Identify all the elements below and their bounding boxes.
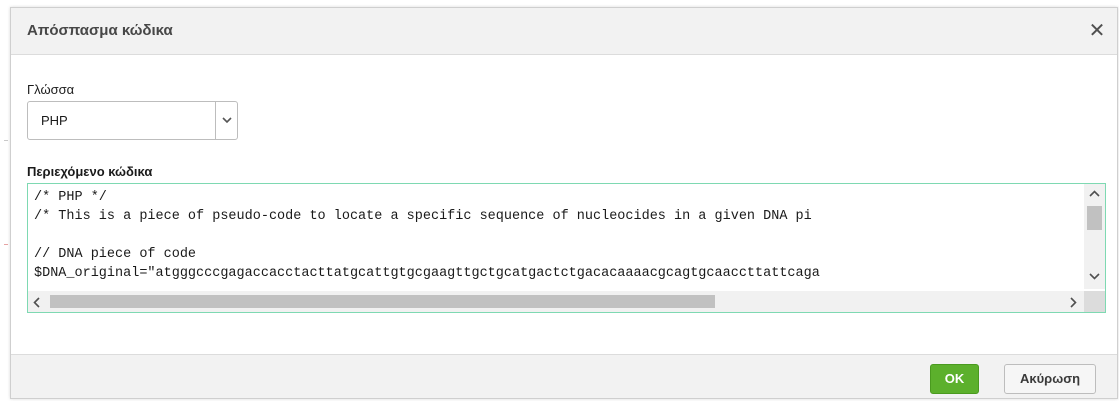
page: Απόσπασμα κώδικα ✕ Γλώσσα PHP Περιεχόμεν… bbox=[0, 0, 1119, 401]
language-select-value: PHP bbox=[41, 113, 68, 128]
edge-tick bbox=[4, 244, 8, 245]
dialog-footer: OK Ακύρωση bbox=[11, 354, 1117, 398]
language-label: Γλώσσα bbox=[27, 82, 75, 97]
code-line: // DNA piece of code bbox=[34, 247, 197, 262]
horizontal-scrollbar[interactable] bbox=[28, 291, 1084, 312]
code-text-area[interactable]: /* PHP */ /* This is a piece of pseudo-c… bbox=[28, 184, 1084, 289]
scroll-left-icon[interactable] bbox=[33, 297, 41, 308]
edge-tick bbox=[4, 140, 8, 141]
background-page-edge bbox=[0, 0, 10, 401]
dialog-title: Απόσπασμα κώδικα bbox=[27, 22, 173, 39]
code-snippet-dialog: Απόσπασμα κώδικα ✕ Γλώσσα PHP Περιεχόμεν… bbox=[10, 7, 1118, 399]
scroll-up-icon[interactable] bbox=[1089, 190, 1100, 198]
cancel-button[interactable]: Ακύρωση bbox=[1004, 364, 1096, 394]
select-dropdown-button[interactable] bbox=[215, 102, 237, 139]
scrollbar-corner bbox=[1084, 291, 1105, 312]
close-button[interactable]: ✕ bbox=[1087, 19, 1107, 41]
chevron-down-icon bbox=[222, 117, 232, 124]
code-line: /* PHP */ bbox=[34, 190, 107, 205]
scroll-down-icon[interactable] bbox=[1089, 272, 1100, 280]
language-select[interactable]: PHP bbox=[27, 101, 238, 140]
code-line: $DNA_original="atgggcccgagaccacctacttatg… bbox=[34, 266, 820, 281]
dialog-titlebar: Απόσπασμα κώδικα ✕ bbox=[11, 8, 1117, 55]
close-icon: ✕ bbox=[1088, 18, 1106, 42]
scroll-right-icon[interactable] bbox=[1069, 297, 1077, 308]
code-content-label: Περιεχόμενο κώδικα bbox=[27, 164, 153, 179]
vertical-scroll-thumb[interactable] bbox=[1087, 206, 1102, 230]
code-textarea[interactable]: /* PHP */ /* This is a piece of pseudo-c… bbox=[27, 183, 1106, 313]
ok-button[interactable]: OK bbox=[930, 364, 979, 394]
vertical-scrollbar[interactable] bbox=[1084, 184, 1105, 289]
horizontal-scroll-thumb[interactable] bbox=[50, 295, 715, 308]
code-line: /* This is a piece of pseudo-code to loc… bbox=[34, 209, 812, 224]
